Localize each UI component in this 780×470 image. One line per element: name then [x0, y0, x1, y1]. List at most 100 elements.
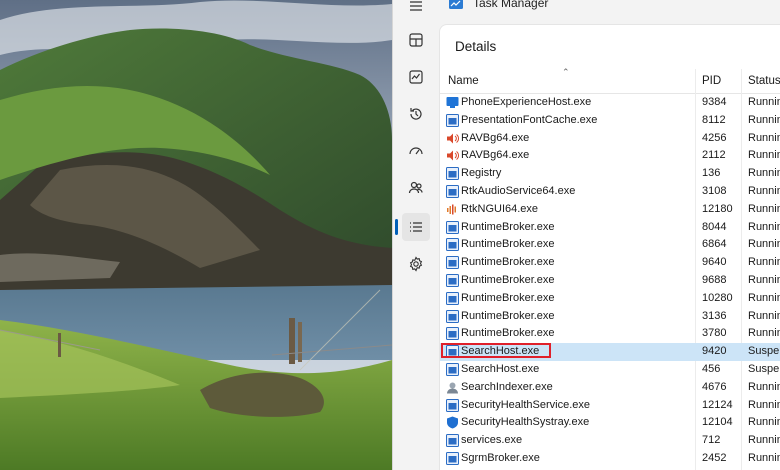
speaker-icon — [446, 149, 459, 162]
table-row[interactable]: Registry 136 Running — [440, 165, 780, 183]
app-icon — [446, 327, 459, 341]
app-icon — [446, 398, 459, 412]
process-name: RAVBg64.exe — [461, 131, 530, 144]
navigation-rail — [393, 0, 439, 470]
column-header-status[interactable]: Status — [748, 75, 780, 87]
table-row[interactable]: RtkAudioService64.exe 3108 Running — [440, 183, 780, 201]
process-name: RuntimeBroker.exe — [461, 256, 555, 269]
landscape-photo — [0, 0, 392, 470]
table-row[interactable]: RuntimeBroker.exe 3780 Running — [440, 325, 780, 343]
process-status: Running — [748, 149, 780, 162]
process-status: Suspended — [748, 345, 780, 358]
performance-icon[interactable] — [402, 63, 430, 91]
table-row[interactable]: RtkNGUI64.exe 12180 Running — [440, 201, 780, 219]
app-icon — [446, 256, 459, 270]
process-status: Running — [748, 96, 780, 108]
process-status: Running — [748, 113, 780, 126]
process-status: Running — [748, 327, 780, 340]
startup-apps-icon[interactable] — [402, 137, 430, 165]
processes-icon[interactable] — [402, 26, 430, 54]
process-status: Running — [748, 238, 780, 251]
app-icon — [446, 167, 459, 181]
table-row[interactable]: RuntimeBroker.exe 3136 Running — [440, 308, 780, 326]
highlight-box — [441, 343, 551, 359]
table-row[interactable]: PhoneExperienceHost.exe 9384 Running — [440, 94, 780, 112]
indexer-icon — [446, 381, 459, 394]
table-row[interactable]: SgrmBroker.exe 2452 Running — [440, 450, 780, 468]
process-pid: 4676 — [702, 380, 727, 393]
process-status: Running — [748, 416, 780, 429]
process-name: services.exe — [461, 434, 523, 447]
task-manager-app-icon — [449, 0, 463, 9]
process-status: Running — [748, 220, 780, 233]
app-icon — [446, 362, 459, 376]
table-row[interactable]: RuntimeBroker.exe 9640 Running — [440, 254, 780, 272]
desktop-wallpaper — [0, 0, 392, 470]
process-pid: 6864 — [702, 238, 727, 251]
column-header-pid[interactable]: PID — [702, 75, 721, 87]
column-header-name[interactable]: Name — [448, 75, 479, 87]
page-title: Details — [455, 39, 497, 54]
table-row[interactable]: RuntimeBroker.exe 6864 Running — [440, 236, 780, 254]
process-pid: 2452 — [702, 451, 727, 464]
process-name: PhoneExperienceHost.exe — [461, 96, 592, 108]
app-icon — [446, 451, 459, 465]
process-status: Running — [748, 380, 780, 393]
process-status: Running — [748, 309, 780, 322]
hamburger-menu-icon[interactable] — [402, 0, 430, 20]
process-pid: 9688 — [702, 273, 727, 286]
table-header: Name ⌃ PID Status — [440, 67, 780, 94]
process-name: RtkNGUI64.exe — [461, 202, 539, 215]
table-row[interactable]: RAVBg64.exe 2112 Running — [440, 147, 780, 165]
table-row[interactable]: SecurityHealthSystray.exe 12104 Running — [440, 414, 780, 432]
process-pid: 9420 — [702, 345, 727, 358]
title-bar: Task Manager — [439, 0, 780, 14]
phone-icon — [446, 96, 459, 109]
process-name: RuntimeBroker.exe — [461, 309, 555, 322]
process-pid: 9640 — [702, 256, 727, 269]
table-row[interactable]: RAVBg64.exe 4256 Running — [440, 130, 780, 148]
process-pid: 8044 — [702, 220, 727, 233]
process-pid: 12124 — [702, 398, 733, 411]
app-icon — [446, 220, 459, 234]
process-name: Registry — [461, 167, 502, 180]
app-icon — [446, 291, 459, 305]
table-row[interactable]: RuntimeBroker.exe 10280 Running — [440, 290, 780, 308]
services-icon[interactable] — [402, 250, 430, 278]
process-name: SearchHost.exe — [461, 362, 540, 375]
table-row[interactable]: SearchHost.exe 456 Suspended — [440, 361, 780, 379]
process-name: SgrmBroker.exe — [461, 451, 540, 464]
app-title: Task Manager — [473, 0, 549, 10]
process-status: Running — [748, 434, 780, 447]
process-status: Running — [748, 451, 780, 464]
table-row[interactable]: RuntimeBroker.exe 9688 Running — [440, 272, 780, 290]
process-list: PhoneExperienceHost.exe9384RunningPresen… — [440, 94, 780, 468]
shield-icon — [446, 416, 459, 429]
process-status: Running — [748, 184, 780, 197]
process-pid: 3136 — [702, 309, 727, 322]
table-row[interactable]: PresentationFontCache.exe 8112 Running — [440, 112, 780, 130]
table-row[interactable]: SecurityHealthService.exe 12124 Running — [440, 397, 780, 415]
app-icon — [446, 113, 459, 127]
process-status: Running — [748, 202, 780, 215]
process-status: Running — [748, 256, 780, 269]
details-icon[interactable] — [402, 213, 430, 241]
active-nav-indicator — [395, 219, 398, 235]
process-name: RuntimeBroker.exe — [461, 291, 555, 304]
table-row[interactable]: SearchIndexer.exe 4676 Running — [440, 379, 780, 397]
process-status: Running — [748, 273, 780, 286]
table-row[interactable]: services.exe 712 Running — [440, 432, 780, 450]
app-icon — [446, 434, 459, 448]
users-icon[interactable] — [402, 174, 430, 202]
table-row-selected[interactable]: SearchHost.exe9420Suspended — [440, 343, 780, 361]
process-pid: 8112 — [702, 113, 726, 126]
process-pid: 12104 — [702, 416, 733, 429]
process-pid: 12180 — [702, 202, 733, 215]
process-name: RuntimeBroker.exe — [461, 220, 555, 233]
process-status: Running — [748, 131, 780, 144]
process-pid: 4256 — [702, 131, 727, 144]
process-name: RuntimeBroker.exe — [461, 273, 555, 286]
process-name: RAVBg64.exe — [461, 149, 530, 162]
table-row[interactable]: RuntimeBroker.exe 8044 Running — [440, 219, 780, 237]
app-history-icon[interactable] — [402, 100, 430, 128]
